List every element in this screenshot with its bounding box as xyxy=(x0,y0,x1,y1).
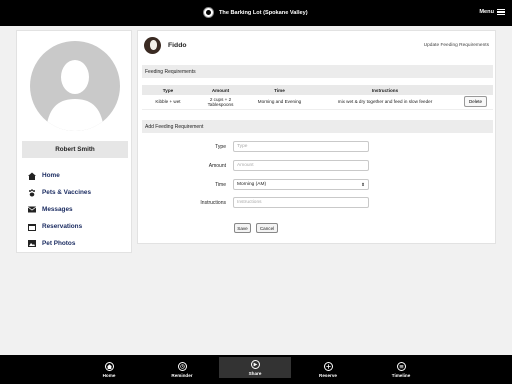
cell-amount-line: Tablespoons xyxy=(207,101,234,107)
envelope-icon xyxy=(27,205,36,214)
cell-amount: 2 cups + 2 Tablespoons xyxy=(194,95,247,110)
user-name: Robert Smith xyxy=(22,141,128,158)
amount-field-row: Amount Amount xyxy=(138,160,497,172)
person-silhouette-icon xyxy=(46,60,104,131)
top-bar: The Barking Lot (Spokane Valley) Menu xyxy=(0,0,512,26)
bottom-nav-label: Reminder xyxy=(171,372,193,378)
sidebar-nav: Home Pets & Vaccines Messages Reservatio… xyxy=(27,167,91,252)
sidebar-item-pets[interactable]: Pets & Vaccines xyxy=(27,184,91,201)
instructions-field-row: Instructions Instructions xyxy=(138,197,497,209)
time-select-value: Morning (AM) xyxy=(237,182,267,187)
bottom-nav-reserve[interactable]: Reserve xyxy=(303,355,353,384)
column-header: Instructions xyxy=(312,85,458,95)
sidebar-item-reservations[interactable]: Reservations xyxy=(27,218,91,235)
instructions-label: Instructions xyxy=(200,200,226,206)
column-header-action xyxy=(458,85,493,95)
bottom-nav-timeline[interactable]: Timeline xyxy=(376,355,426,384)
brand[interactable]: The Barking Lot (Spokane Valley) xyxy=(203,7,308,18)
app-title: The Barking Lot (Spokane Valley) xyxy=(219,9,308,16)
add-feeding-section-header: Add Feeding Requirement xyxy=(142,120,493,133)
sidebar-item-label: Pets & Vaccines xyxy=(42,189,92,196)
menu-label: Menu xyxy=(479,9,494,16)
cell-type: Kibble + wet xyxy=(142,95,194,110)
timeline-icon xyxy=(396,361,406,371)
home-icon xyxy=(104,361,114,371)
column-header: Time xyxy=(247,85,312,95)
bottom-nav-label: Share xyxy=(248,370,262,376)
paw-icon xyxy=(27,188,36,197)
sidebar-item-home[interactable]: Home xyxy=(27,167,91,184)
chevron-updown-icon: ⬍ xyxy=(361,182,365,187)
column-header: Type xyxy=(142,85,194,95)
cancel-button[interactable]: Cancel xyxy=(256,223,278,233)
bottom-nav-label: Timeline xyxy=(391,372,411,378)
sidebar-item-label: Messages xyxy=(42,206,73,213)
cell-time: Morning and Evening xyxy=(247,95,312,110)
amount-input[interactable]: Amount xyxy=(233,160,369,171)
delete-button[interactable]: Delete xyxy=(463,96,487,108)
sidebar-item-label: Reservations xyxy=(42,223,83,230)
bottom-nav-reminder[interactable]: Reminder xyxy=(157,355,207,384)
feeding-section-header: Feeding Requirements xyxy=(142,65,493,78)
table-row: Kibble + wet 2 cups + 2 Tablespoons Morn… xyxy=(142,95,493,110)
plus-icon xyxy=(323,361,333,371)
sidebar-item-label: Pet Photos xyxy=(42,240,76,247)
logo-icon xyxy=(203,7,214,18)
type-field-row: Type Type xyxy=(138,141,497,153)
bottom-nav-home[interactable]: Home xyxy=(84,355,134,384)
sidebar-item-messages[interactable]: Messages xyxy=(27,201,91,218)
amount-label: Amount xyxy=(208,163,226,169)
pet-header: Fiddo xyxy=(144,37,187,54)
pet-feeding-card: Fiddo Update Feeding Requirements Feedin… xyxy=(137,30,496,244)
cell-instructions: mix wet & dry together and feed in slow … xyxy=(312,95,458,110)
update-feeding-link[interactable]: Update Feeding Requirements xyxy=(424,43,489,48)
time-label: Time xyxy=(215,182,226,188)
time-select[interactable]: Morning (AM) ⬍ xyxy=(233,179,369,190)
save-button[interactable]: Save xyxy=(234,223,251,233)
menu-button[interactable]: Menu xyxy=(479,9,505,16)
share-icon xyxy=(250,359,260,369)
pet-name: Fiddo xyxy=(168,42,187,49)
bottom-nav-share[interactable]: Share xyxy=(219,357,291,378)
instructions-input[interactable]: Instructions xyxy=(233,197,369,208)
sidebar-item-label: Home xyxy=(42,172,60,179)
reminder-icon xyxy=(177,361,187,371)
type-label: Type xyxy=(215,144,226,150)
home-icon xyxy=(27,171,36,180)
pet-avatar xyxy=(144,37,161,54)
bottom-nav-label: Reserve xyxy=(319,372,337,378)
bottom-nav-label: Home xyxy=(102,372,116,378)
cell-action: Delete xyxy=(458,95,493,110)
feeding-table: Type Amount Time Instructions Kibble + w… xyxy=(142,85,493,110)
hamburger-icon xyxy=(497,9,505,16)
photo-icon xyxy=(27,239,36,248)
type-input[interactable]: Type xyxy=(233,141,369,152)
avatar xyxy=(30,41,120,131)
column-header: Amount xyxy=(194,85,247,95)
table-header-row: Type Amount Time Instructions xyxy=(142,85,493,95)
sidebar-item-pet-photos[interactable]: Pet Photos xyxy=(27,235,91,252)
bottom-nav: Home Reminder Share Reserve Timeline xyxy=(0,355,512,384)
calendar-icon xyxy=(27,222,36,231)
time-field-row: Time Morning (AM) ⬍ xyxy=(138,179,497,191)
sidebar: Robert Smith Home Pets & Vaccines Messag… xyxy=(16,30,132,253)
